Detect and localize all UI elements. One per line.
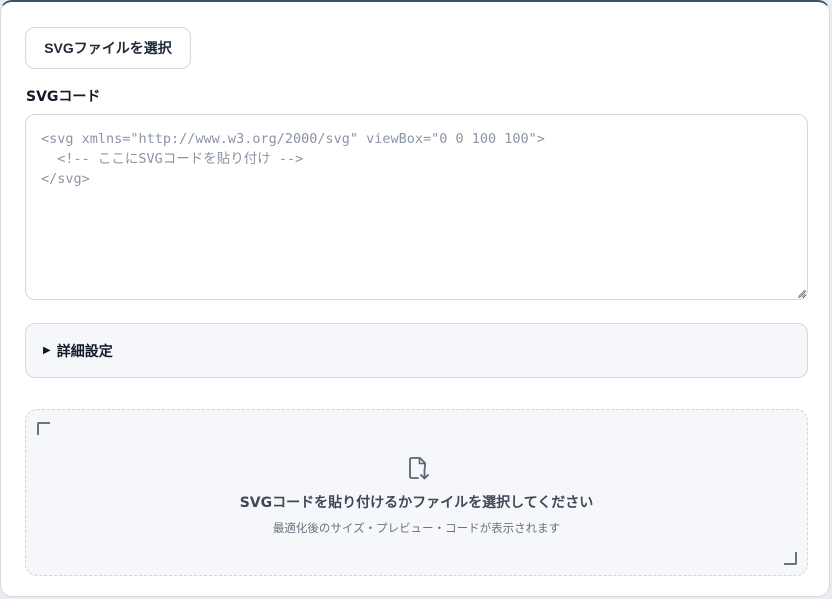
advanced-settings-label: 詳細設定	[56, 343, 113, 360]
corner-bracket-top-left-icon	[37, 422, 50, 435]
select-svg-file-button[interactable]: SVGファイルを選択	[25, 27, 191, 69]
svg-code-label: SVGコード	[26, 89, 101, 105]
svg-optimizer-panel: SVGファイルを選択 SVGコード ▶ 詳細設定 SVGコードを貼り付けるかファ…	[0, 0, 830, 597]
file-download-icon	[409, 457, 429, 480]
disclosure-triangle-icon: ▶	[43, 345, 51, 356]
corner-bracket-bottom-right-icon	[784, 552, 797, 565]
dropzone-subtitle: 最適化後のサイズ・プレビュー・コードが表示されます	[272, 521, 561, 535]
svg-code-textarea[interactable]	[25, 114, 808, 300]
svg-dropzone[interactable]: SVGコードを貼り付けるかファイルを選択してください 最適化後のサイズ・プレビュ…	[25, 409, 808, 576]
dropzone-title: SVGコードを貼り付けるかファイルを選択してください	[239, 495, 594, 511]
advanced-settings-toggle[interactable]: ▶ 詳細設定	[25, 323, 808, 378]
